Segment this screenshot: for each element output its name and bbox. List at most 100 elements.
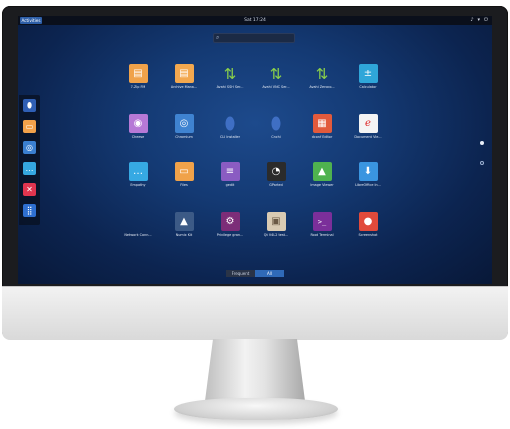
app-launcher[interactable]: >_ Root Terminal — [302, 212, 342, 237]
app-label: Archive Mana... — [170, 85, 198, 89]
tab-frequent[interactable]: Frequent — [226, 270, 255, 277]
text-editor-icon: ≡ — [220, 162, 240, 181]
app-label: Files — [180, 183, 188, 187]
updown-arrows-icon: ⇅ — [269, 64, 283, 83]
top-bar: Activities Sat 17:24 ♪ ▾ ⏻ — [18, 16, 492, 25]
app-launcher[interactable]: ⇅ Avahi VNC Ser... — [256, 64, 296, 90]
app-launcher[interactable]: ⬮ Cnchi — [256, 113, 296, 140]
updown-arrows-icon: ⇅ — [315, 64, 329, 83]
dock-item-show-apps[interactable]: ⣿ — [23, 204, 36, 217]
monitor-stand-neck — [205, 339, 305, 401]
page-indicator-2[interactable] — [480, 161, 484, 165]
app-launcher[interactable]: ▦ dconf Editor — [302, 114, 342, 139]
terminal-icon: >_ — [312, 212, 332, 231]
app-label: Avahi Zeroco... — [309, 85, 335, 89]
app-launcher[interactable]: ▣ Qt V4L2 test... — [256, 212, 296, 237]
dock-item-files[interactable]: ▭ — [23, 120, 36, 133]
folder-icon: ▭ — [174, 162, 194, 181]
app-launcher[interactable]: ▤ Archive Mana... — [164, 64, 204, 89]
app-label: Screenshot — [358, 233, 378, 237]
app-launcher[interactable]: ▲ Image Viewer — [302, 162, 342, 187]
x-icon: ✕ — [26, 185, 33, 194]
app-launcher[interactable]: ≡ gedit — [210, 162, 250, 187]
app-label: Qt V4L2 test... — [263, 233, 289, 237]
app-label: Privilege gran... — [216, 233, 244, 237]
page-indicator-1[interactable] — [480, 141, 484, 145]
app-launcher[interactable]: ⬮ CLI Installer — [210, 113, 250, 140]
app-launcher[interactable]: ⬇ LibreOffice In... — [348, 162, 388, 187]
numix-icon: ▲ — [174, 212, 194, 231]
app-label: Cnchi — [271, 135, 281, 139]
dock-item-tools[interactable]: ✕ — [23, 183, 36, 196]
volume-icon[interactable]: ♪ — [470, 17, 473, 24]
app-launcher[interactable]: ◔ GParted — [256, 162, 296, 187]
webcam-icon: ◉ — [128, 114, 148, 133]
app-label: GParted — [269, 183, 283, 187]
app-launcher[interactable]: ▲ Numix Kit — [164, 212, 204, 237]
app-label: Chromium — [175, 135, 193, 139]
app-label: Root Terminal — [310, 233, 334, 237]
app-label: Avahi VNC Ser... — [262, 85, 290, 89]
app-label: dconf Editor — [311, 135, 333, 139]
chromium-icon: ◎ — [174, 114, 194, 133]
app-label: Calculator — [359, 85, 377, 89]
system-tray[interactable]: ♪ ▾ ⏻ — [470, 17, 488, 24]
desktop-screen: Activities Sat 17:24 ♪ ▾ ⏻ ⌕ ⬮ ▭ ◎ … ✕ ⣿ ▤ 7-Z… — [18, 16, 492, 284]
droplet-icon: ⬮ — [270, 113, 282, 134]
app-label: Network Conn... — [124, 233, 152, 237]
tab-all[interactable]: All — [255, 270, 284, 277]
app-launcher[interactable]: … Empathy — [118, 162, 158, 187]
app-launcher[interactable]: Network Conn... — [118, 212, 158, 237]
app-label: gedit — [225, 183, 235, 187]
folder-icon: ▭ — [25, 122, 34, 131]
chat-icon: … — [25, 164, 34, 173]
app-label: Numix Kit — [175, 233, 193, 237]
webcam-test-icon: ▣ — [266, 212, 286, 231]
app-launcher[interactable]: ± Calculator — [348, 64, 388, 89]
view-switcher: Frequent All — [226, 270, 284, 277]
app-launcher[interactable]: ▭ Files — [164, 162, 204, 187]
dock-item-empathy[interactable]: … — [23, 162, 36, 175]
disk-icon: ◔ — [266, 162, 286, 181]
search-input[interactable]: ⌕ — [213, 33, 295, 43]
app-launcher[interactable]: ⇅ Avahi Zeroco... — [302, 64, 342, 90]
app-launcher[interactable]: ▤ 7-Zip FM — [118, 64, 158, 89]
search-icon: ⌕ — [216, 34, 220, 41]
app-label: Document Vie... — [354, 135, 382, 139]
app-label: CLI Installer — [219, 135, 241, 139]
download-icon: ⬇ — [358, 162, 378, 181]
monitor-chin — [2, 286, 508, 340]
app-launcher[interactable]: e Document Vie... — [348, 114, 388, 139]
app-launcher[interactable]: ◎ Chromium — [164, 114, 204, 139]
chromium-icon: ◎ — [26, 143, 33, 152]
image-icon: ▲ — [312, 162, 332, 181]
dock-item-chromium[interactable]: ◎ — [23, 141, 36, 154]
droplet-icon: ⬮ — [224, 113, 236, 134]
app-label: Avahi SSH Ser... — [216, 85, 244, 89]
droplet-icon: ⬮ — [26, 101, 33, 110]
network-icon — [129, 212, 148, 231]
power-icon[interactable]: ⏻ — [484, 17, 488, 24]
archive-icon: ▤ — [128, 64, 148, 83]
dock-item-cli-installer[interactable]: ⬮ — [23, 99, 36, 112]
gear-icon: ⚙ — [220, 212, 240, 231]
chat-icon: … — [128, 162, 148, 181]
dconf-icon: ▦ — [312, 114, 332, 133]
calculator-icon: ± — [358, 64, 378, 83]
app-label: Empathy — [130, 183, 146, 187]
app-label: Image Viewer — [310, 183, 334, 187]
dock: ⬮ ▭ ◎ … ✕ ⣿ — [19, 95, 40, 225]
document-viewer-icon: e — [358, 114, 378, 133]
app-label: Cheese — [131, 135, 145, 139]
app-launcher[interactable]: ⇅ Avahi SSH Ser... — [210, 64, 250, 90]
app-label: 7-Zip FM — [130, 85, 146, 89]
app-launcher[interactable]: ● Screenshot — [348, 212, 388, 237]
archive-manager-icon: ▤ — [174, 64, 194, 83]
monitor-stand-base — [174, 398, 338, 420]
app-label: LibreOffice In... — [355, 183, 381, 187]
network-icon[interactable]: ▾ — [478, 17, 481, 24]
app-launcher[interactable]: ◉ Cheese — [118, 114, 158, 139]
grid-icon: ⣿ — [26, 206, 33, 215]
app-launcher[interactable]: ⚙ Privilege gran... — [210, 212, 250, 237]
clock[interactable]: Sat 17:24 — [18, 17, 492, 24]
